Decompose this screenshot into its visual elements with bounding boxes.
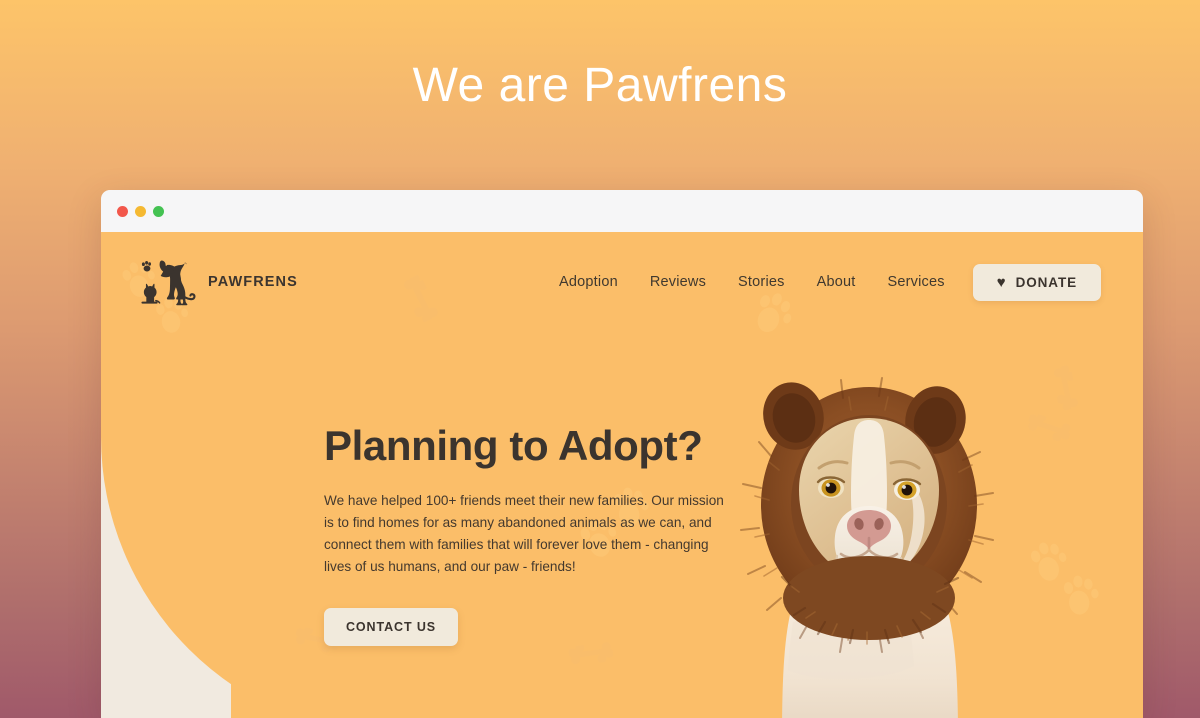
contact-us-button[interactable]: CONTACT US	[324, 608, 459, 647]
logo-wordmark: PAWFRENS	[208, 274, 298, 290]
hero-dog-image	[719, 360, 1019, 718]
navbar-links: Adoption Reviews Stories About Services	[559, 274, 945, 290]
page-title: We are Pawfrens	[412, 59, 788, 112]
hero-content: Planning to Adopt? We have helped 100+ f…	[324, 422, 744, 647]
nav-link-reviews[interactable]: Reviews	[650, 274, 706, 290]
dog-in-lion-mane-illustration	[740, 377, 994, 718]
donate-button-label: DONATE	[1015, 274, 1077, 290]
close-window-dot[interactable]	[117, 205, 128, 217]
hero-heading: Planning to Adopt?	[324, 422, 703, 469]
maximize-window-dot[interactable]	[153, 205, 164, 217]
traffic-light-dots	[117, 205, 164, 217]
nav-link-adoption[interactable]: Adoption	[559, 274, 618, 290]
nav-link-about[interactable]: About	[817, 274, 856, 290]
nav-link-stories[interactable]: Stories	[738, 274, 785, 290]
heart-icon: ♥	[996, 273, 1006, 291]
browser-chrome-bar	[101, 190, 1143, 232]
nav-link-services[interactable]: Services	[887, 274, 944, 290]
minimize-window-dot[interactable]	[135, 205, 146, 217]
browser-window-mockup: PAWFRENS Adoption Reviews Stories About …	[101, 190, 1143, 718]
dog-and-cat-silhouette-icon	[141, 260, 196, 306]
hero-paragraph: We have helped 100+ friends meet their n…	[324, 493, 724, 575]
website-viewport: PAWFRENS Adoption Reviews Stories About …	[101, 232, 1143, 718]
site-logo[interactable]: PAWFRENS	[137, 256, 298, 308]
site-navbar: PAWFRENS Adoption Reviews Stories About …	[101, 232, 1143, 332]
donate-button[interactable]: ♥ DONATE	[972, 263, 1101, 301]
